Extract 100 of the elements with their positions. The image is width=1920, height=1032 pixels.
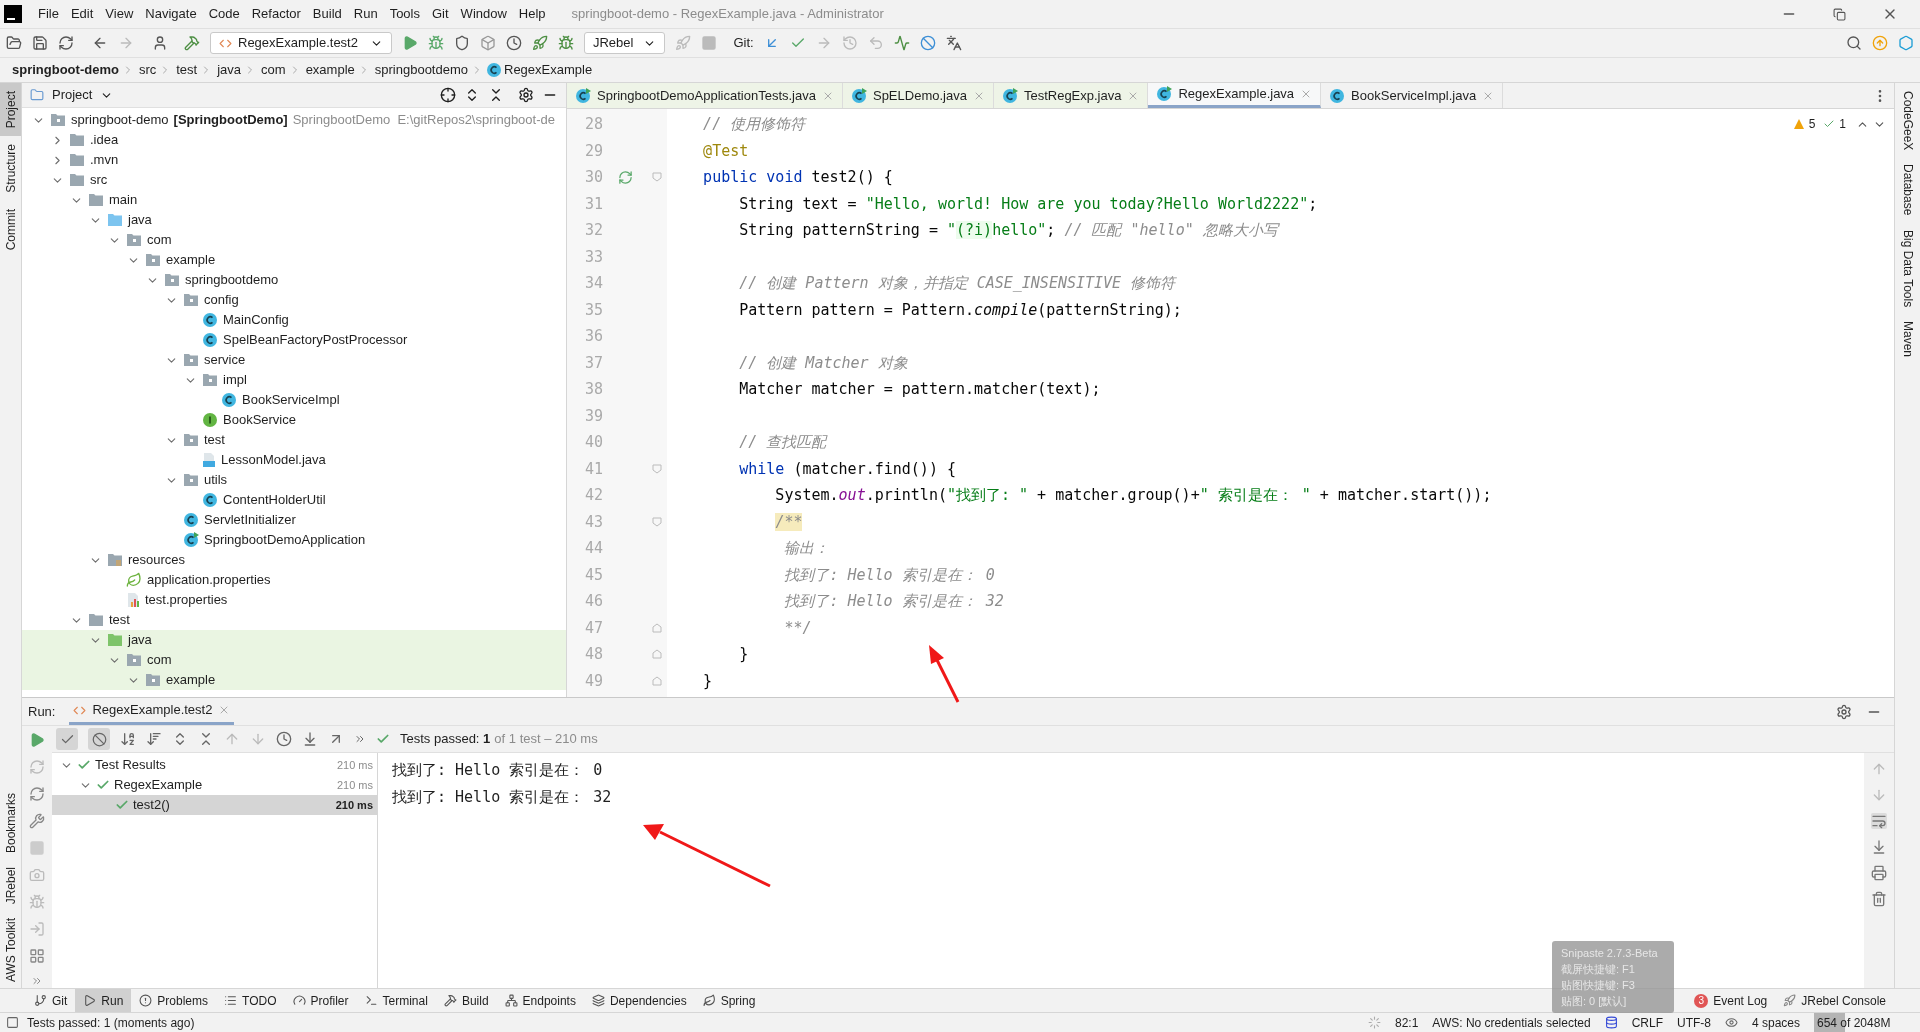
tool-window-tab[interactable]: Commit — [0, 201, 21, 259]
wrap-icon[interactable] — [1871, 813, 1887, 829]
status-icon[interactable] — [6, 1016, 19, 1029]
tree-item[interactable]: example — [22, 250, 566, 270]
menu-item[interactable]: Edit — [64, 4, 100, 24]
editor-tab[interactable]: RegexExample.java — [1148, 83, 1322, 108]
tool-window-tab[interactable]: Big Data Tools — [1898, 229, 1917, 307]
more-icon[interactable] — [354, 733, 366, 745]
show-ignored-toggle[interactable] — [88, 728, 110, 750]
tool-tab[interactable]: Build — [435, 989, 497, 1012]
history-icon[interactable] — [276, 731, 292, 747]
shield-icon[interactable] — [453, 35, 470, 51]
breadcrumb-item[interactable]: RegexExample — [504, 60, 593, 80]
save-icon[interactable] — [32, 35, 48, 51]
menu-item[interactable]: Help — [512, 4, 552, 24]
rerun-icon[interactable] — [29, 732, 45, 748]
tree-item[interactable]: com — [22, 650, 566, 670]
menu-item[interactable]: File — [32, 4, 65, 24]
breadcrumb-item[interactable]: example — [305, 60, 355, 80]
scroll-to-end-icon[interactable] — [1871, 839, 1887, 855]
menu-item[interactable]: Git — [426, 4, 455, 24]
test-result-item[interactable]: RegexExample 210 ms — [52, 775, 377, 795]
file-encoding[interactable]: UTF-8 — [1676, 1013, 1711, 1032]
rocket-icon[interactable] — [531, 35, 548, 51]
tree-item[interactable]: example — [22, 670, 566, 690]
tree-item[interactable]: java — [22, 210, 566, 230]
tree-item[interactable]: main — [22, 190, 566, 210]
breadcrumb-item[interactable]: com — [261, 60, 286, 80]
tree-item[interactable]: BookService — [22, 410, 566, 430]
tool-tab[interactable]: Profiler — [284, 989, 357, 1012]
search-icon[interactable] — [1846, 35, 1862, 51]
tree-item[interactable]: springboot-demo [SpringbootDemo] SpringbootDemo E:\gitRepos2\springboot-de — [22, 110, 566, 130]
tree-item[interactable]: LessonModel.java — [22, 450, 566, 470]
activity-icon[interactable] — [893, 35, 910, 51]
back-icon[interactable] — [92, 35, 108, 51]
wrench-icon[interactable] — [29, 813, 45, 829]
user-icon[interactable] — [152, 35, 168, 51]
menu-item[interactable]: View — [99, 4, 140, 24]
tool-window-tab[interactable]: CodeGeeX — [1898, 91, 1917, 151]
tree-item[interactable]: test.properties — [22, 590, 566, 610]
debug-icon[interactable] — [557, 35, 574, 51]
run-marker-icon[interactable] — [617, 169, 633, 185]
progress-icon[interactable] — [1367, 1016, 1381, 1029]
indent-setting[interactable]: 4 spaces — [1751, 1013, 1800, 1032]
tool-tab[interactable]: Git — [26, 989, 76, 1012]
tree-item[interactable]: SpelBeanFactoryPostProcessor — [22, 330, 566, 350]
tree-item[interactable]: test — [22, 430, 566, 450]
breadcrumb-item[interactable]: test — [176, 60, 198, 80]
tool-tab[interactable]: Run — [75, 989, 132, 1012]
settings-icon[interactable] — [1836, 703, 1852, 720]
tree-item[interactable]: MainConfig — [22, 310, 566, 330]
menu-item[interactable]: Tools — [383, 4, 426, 24]
trash-icon[interactable] — [1871, 891, 1887, 907]
sort-icon[interactable] — [146, 731, 162, 747]
caret-position[interactable]: 82:1 — [1394, 1013, 1419, 1032]
plugin-icon[interactable] — [1898, 35, 1914, 51]
tree-item[interactable]: utils — [22, 470, 566, 490]
editor-tab[interactable]: SpringbootDemoApplicationTests.java — [567, 83, 843, 108]
tool-window-tab[interactable]: Structure — [0, 136, 21, 202]
check-icon[interactable] — [1823, 118, 1836, 130]
print-icon[interactable] — [1871, 865, 1887, 881]
more-icon[interactable] — [31, 975, 43, 987]
tool-tab[interactable]: Problems — [131, 989, 217, 1012]
tool-tab[interactable]: Spring — [694, 989, 764, 1012]
tool-tab[interactable]: Terminal — [356, 989, 436, 1012]
warning-icon[interactable] — [1792, 118, 1805, 130]
box-icon[interactable] — [479, 35, 496, 51]
clock-icon[interactable] — [505, 35, 522, 51]
eye-icon[interactable] — [1724, 1016, 1738, 1029]
tool-tab[interactable]: Dependencies — [583, 989, 695, 1012]
menu-item[interactable]: Navigate — [139, 4, 203, 24]
menu-item[interactable]: Build — [306, 4, 348, 24]
sync-icon[interactable] — [58, 35, 74, 51]
breadcrumb-item[interactable]: java — [217, 60, 242, 80]
locate-icon[interactable] — [440, 87, 456, 103]
breadcrumb-item[interactable]: src — [138, 60, 157, 80]
tree-item[interactable]: src — [22, 170, 566, 190]
editor-tab[interactable]: TestRegExp.java — [993, 83, 1149, 108]
tree-item[interactable]: config — [22, 290, 566, 310]
layout-icon[interactable] — [29, 948, 45, 964]
weak-warning-count[interactable]: 1 — [1839, 115, 1846, 133]
restore-icon[interactable] — [1833, 7, 1846, 21]
tree-item[interactable]: .idea — [22, 130, 566, 150]
editor-tab[interactable]: SpELDemo.java — [842, 83, 994, 108]
warning-count[interactable]: 5 — [1808, 115, 1816, 133]
line-separator[interactable]: CRLF — [1631, 1013, 1663, 1032]
tree-item[interactable]: resources — [22, 550, 566, 570]
memory-indicator[interactable]: 654 of 2048M — [1814, 1012, 1910, 1032]
menu-item[interactable]: Window — [454, 4, 513, 24]
test-result-item[interactable]: test2() 210 ms — [52, 795, 377, 815]
tree-item[interactable]: com — [22, 230, 566, 250]
run-configuration-dropdown[interactable]: RegexExample.test2 — [210, 32, 392, 54]
tree-item[interactable]: java — [22, 630, 566, 650]
menu-item[interactable]: Code — [202, 4, 246, 24]
sort-icon[interactable] — [120, 731, 136, 747]
tree-item[interactable]: springbootdemo — [22, 270, 566, 290]
tree-item[interactable]: impl — [22, 370, 566, 390]
debug-icon[interactable] — [427, 35, 444, 51]
update-icon[interactable] — [1872, 35, 1888, 51]
tool-tab[interactable]: TODO — [216, 989, 285, 1012]
